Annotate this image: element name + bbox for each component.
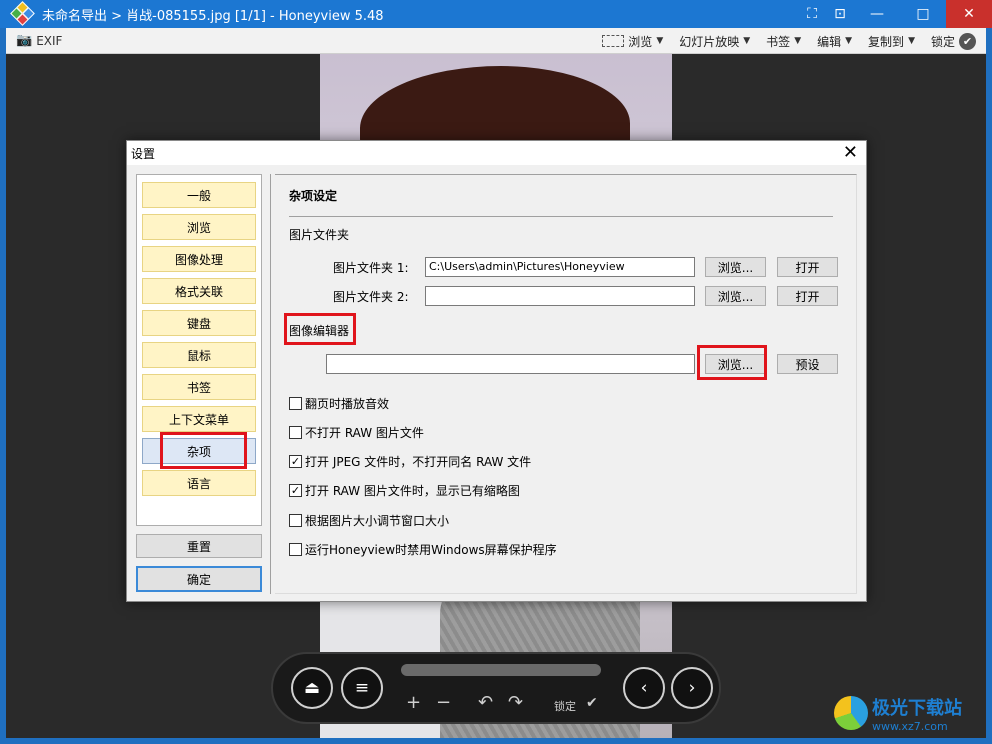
checkbox-unchecked[interactable] — [289, 426, 302, 439]
bookmark-menu[interactable]: 书签 ▼ — [766, 33, 801, 50]
folder2-label: 图片文件夹 2: — [333, 290, 409, 304]
app-logo-icon — [10, 1, 35, 26]
option-label: 翻页时播放音效 — [305, 397, 390, 411]
option-label: 根据图片大小调节窗口大小 — [305, 514, 450, 528]
option-auto-resize-window[interactable]: 根据图片大小调节窗口大小 — [289, 512, 449, 529]
dialog-title: 设置 — [131, 146, 156, 161]
option-disable-screensaver[interactable]: 运行Honeyview时禁用Windows屏幕保护程序 — [289, 541, 557, 558]
folder2-open-button[interactable]: 打开 — [777, 286, 838, 306]
option-raw-thumbnail[interactable]: ✓ 打开 RAW 图片文件时，显示已有缩略图 — [289, 482, 520, 499]
browse-icon — [602, 35, 625, 47]
checkbox-unchecked[interactable] — [289, 543, 302, 556]
close-window-button[interactable]: ✕ — [946, 0, 992, 28]
section-divider — [289, 216, 833, 217]
fullscreen-button[interactable]: ⛶ — [798, 0, 826, 28]
nav-item-keyboard[interactable]: 键盘 — [142, 310, 256, 336]
next-icon[interactable]: › — [671, 667, 713, 709]
panel-divider — [270, 174, 271, 594]
chevron-down-icon: ▼ — [656, 36, 664, 46]
pin-icon[interactable]: ⊡ — [826, 0, 854, 28]
close-icon[interactable]: ✕ — [843, 142, 858, 163]
copyto-menu-label: 复制到 — [868, 34, 905, 49]
highlight-box — [284, 313, 356, 345]
copyto-menu[interactable]: 复制到 ▼ — [868, 33, 915, 50]
section-title: 杂项设定 — [289, 189, 338, 203]
camera-icon: 📷 — [16, 33, 33, 48]
nav-item-format-association[interactable]: 格式关联 — [142, 278, 256, 304]
option-label: 打开 RAW 图片文件时，显示已有缩略图 — [305, 484, 520, 498]
eject-icon[interactable]: ⏏ — [291, 667, 333, 709]
option-label: 打开 JPEG 文件时，不打开同名 RAW 文件 — [305, 455, 532, 469]
menu-icon[interactable]: ≡ — [341, 667, 383, 709]
position-slider[interactable] — [401, 664, 601, 676]
settings-nav: 一般 浏览 图像处理 格式关联 键盘 鼠标 书签 上下文菜单 杂项 语言 — [136, 174, 262, 526]
option-label: 不打开 RAW 图片文件 — [305, 426, 424, 440]
maximize-button[interactable]: □ — [900, 0, 946, 28]
nav-item-bookmark[interactable]: 书签 — [142, 374, 256, 400]
nav-item-general[interactable]: 一般 — [142, 182, 256, 208]
zoom-out-icon[interactable]: − — [436, 692, 451, 713]
option-label: 运行Honeyview时禁用Windows屏幕保护程序 — [305, 543, 557, 557]
watermark-name: 极光下载站 — [872, 697, 962, 719]
slideshow-menu-label: 幻灯片放映 — [679, 34, 740, 49]
nav-item-image-processing[interactable]: 图像处理 — [142, 246, 256, 272]
checkbox-checked[interactable]: ✓ — [289, 484, 302, 497]
exif-label: EXIF — [36, 33, 63, 48]
lock-control[interactable]: 锁定 — [554, 698, 576, 714]
lock-toggle[interactable]: 锁定 ✔ — [930, 32, 976, 50]
bookmark-menu-label: 书签 — [766, 34, 791, 49]
reset-button[interactable]: 重置 — [136, 534, 262, 558]
edit-menu[interactable]: 编辑 ▼ — [817, 33, 852, 50]
checkbox-unchecked[interactable] — [289, 397, 302, 410]
exif-button[interactable]: 📷 EXIF — [16, 33, 62, 48]
checkbox-checked[interactable]: ✓ — [289, 455, 302, 468]
picture-folder-heading: 图片文件夹 — [289, 228, 350, 242]
nav-item-context-menu[interactable]: 上下文菜单 — [142, 406, 256, 432]
folder2-browse-button[interactable]: 浏览... — [705, 286, 766, 306]
window-title: 未命名导出 > 肖战-085155.jpg [1/1] - Honeyview … — [42, 8, 384, 24]
dialog-title-bar: 设置 ✕ — [127, 141, 866, 165]
main-toolbar: 📷 EXIF 浏览 ▼ 幻灯片放映 ▼ 书签 ▼ 编辑 ▼ 复制到 ▼ 锁定 ✔ — [6, 28, 986, 54]
browse-menu-label: 浏览 — [628, 34, 653, 49]
check-icon: ✔ — [959, 32, 976, 50]
settings-dialog: 设置 ✕ 一般 浏览 图像处理 格式关联 键盘 鼠标 书签 上下文菜单 杂项 语… — [126, 140, 867, 602]
highlight-box — [160, 432, 247, 469]
lock-label: 锁定 — [930, 34, 955, 49]
nav-item-language[interactable]: 语言 — [142, 470, 256, 496]
minimize-button[interactable]: — — [854, 0, 900, 28]
misc-settings-panel: 杂项设定 图片文件夹 图片文件夹 1: C:\Users\admin\Pictu… — [275, 174, 857, 594]
option-no-raw[interactable]: 不打开 RAW 图片文件 — [289, 424, 424, 441]
editor-preset-button[interactable]: 预设 — [777, 354, 838, 374]
ok-button[interactable]: 确定 — [136, 566, 262, 592]
image-editor-input[interactable] — [326, 354, 695, 374]
folder2-input[interactable] — [425, 286, 695, 306]
option-page-sound[interactable]: 翻页时播放音效 — [289, 395, 389, 412]
watermark-logo-icon — [834, 696, 868, 730]
edit-menu-label: 编辑 — [817, 34, 842, 49]
chevron-down-icon: ▼ — [794, 36, 802, 46]
checkbox-unchecked[interactable] — [289, 514, 302, 527]
highlight-box — [697, 345, 767, 380]
nav-item-browse[interactable]: 浏览 — [142, 214, 256, 240]
folder1-label: 图片文件夹 1: — [333, 261, 409, 275]
option-jpeg-skip-raw[interactable]: ✓ 打开 JPEG 文件时，不打开同名 RAW 文件 — [289, 453, 531, 470]
folder1-open-button[interactable]: 打开 — [777, 257, 838, 277]
slideshow-menu[interactable]: 幻灯片放映 ▼ — [679, 33, 750, 50]
chevron-down-icon: ▼ — [743, 36, 751, 46]
site-watermark: 极光下载站 www.xz7.com — [834, 688, 984, 738]
previous-icon[interactable]: ‹ — [623, 667, 665, 709]
zoom-in-icon[interactable]: + — [406, 692, 421, 713]
rotate-left-icon[interactable]: ↶ — [478, 692, 493, 713]
browse-menu[interactable]: 浏览 ▼ — [602, 33, 663, 50]
folder1-browse-button[interactable]: 浏览... — [705, 257, 766, 277]
chevron-down-icon: ▼ — [908, 36, 915, 46]
check-circle-icon: ✔ — [586, 695, 598, 711]
folder1-input[interactable]: C:\Users\admin\Pictures\Honeyview — [425, 257, 695, 277]
rotate-right-icon[interactable]: ↷ — [508, 692, 523, 713]
nav-item-mouse[interactable]: 鼠标 — [142, 342, 256, 368]
playback-control-bar: ⏏ ≡ + − ↶ ↷ 锁定 ✔ ‹ › — [271, 652, 721, 724]
watermark-url: www.xz7.com — [872, 719, 948, 733]
chevron-down-icon: ▼ — [845, 36, 853, 46]
title-bar: 未命名导出 > 肖战-085155.jpg [1/1] - Honeyview … — [0, 0, 992, 28]
